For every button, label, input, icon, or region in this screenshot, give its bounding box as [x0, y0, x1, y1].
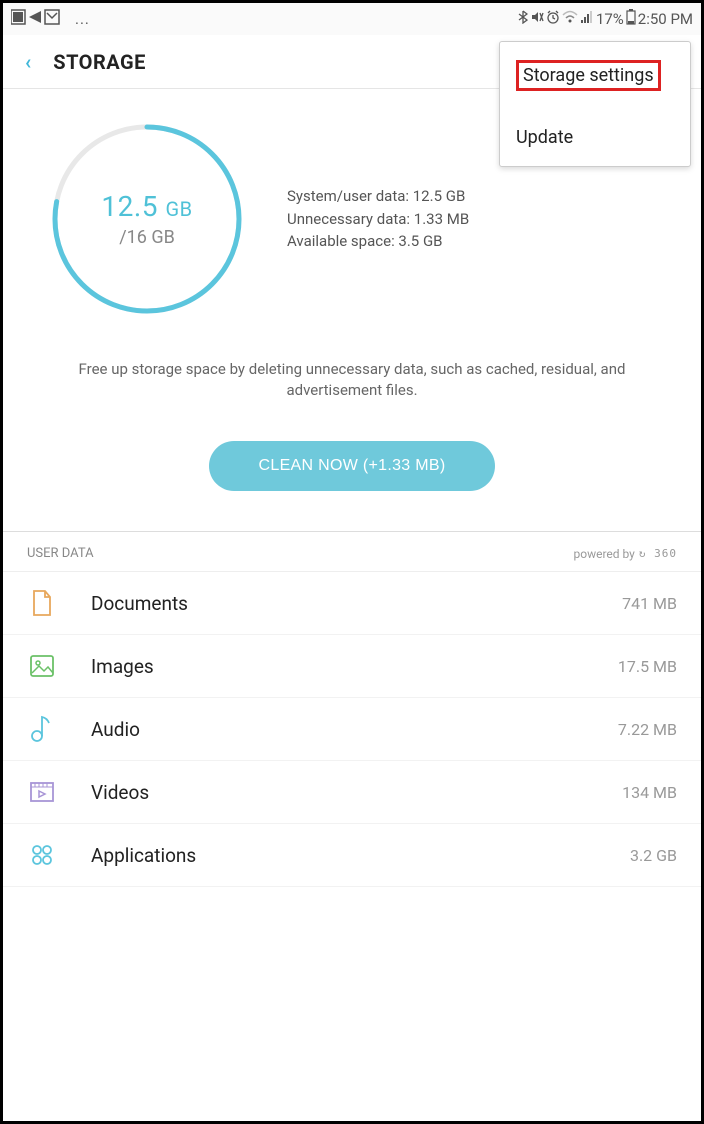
list-item-audio[interactable]: Audio 7.22 MB: [3, 698, 701, 761]
audio-icon: [27, 714, 57, 744]
battery-percent: 17%: [596, 10, 624, 28]
back-icon[interactable]: ‹: [25, 50, 31, 74]
list-item-applications[interactable]: Applications 3.2 GB: [3, 824, 701, 887]
clock-time: 2:50 PM: [638, 10, 693, 28]
bluetooth-icon: [518, 10, 528, 28]
list-label: Audio: [91, 718, 618, 741]
alarm-icon: [546, 10, 560, 28]
user-data-header: USER DATA powered by ↻ 360: [3, 532, 701, 572]
list-size: 7.22 MB: [618, 720, 677, 739]
page-title: STORAGE: [53, 50, 146, 74]
section-title: USER DATA: [27, 546, 94, 561]
menu-update-label: Update: [516, 127, 573, 148]
status-right-icons: 17% 2:50 PM: [518, 9, 693, 29]
stat-unnecessary: Unnecessary data: 1.33 MB: [287, 208, 469, 231]
menu-update[interactable]: Update: [500, 109, 690, 166]
total-storage: /16 GB: [101, 227, 192, 248]
status-left-icons: ...: [11, 9, 90, 29]
status-bar: ... 17% 2:50 PM: [3, 3, 701, 35]
list-item-videos[interactable]: Videos 134 MB: [3, 761, 701, 824]
list-item-documents[interactable]: Documents 741 MB: [3, 572, 701, 635]
list-label: Documents: [91, 592, 622, 615]
mute-icon: [530, 10, 544, 28]
list-label: Images: [91, 655, 618, 678]
notification-icons: [11, 9, 71, 29]
wifi-icon: [562, 10, 578, 28]
used-storage-value: 12.5 GB: [101, 190, 192, 223]
applications-icon: [27, 840, 57, 870]
list-size: 741 MB: [622, 594, 677, 613]
powered-by: powered by ↻ 360: [573, 547, 677, 561]
list-item-images[interactable]: Images 17.5 MB: [3, 635, 701, 698]
more-notifications-icon: ...: [75, 10, 90, 28]
used-unit: GB: [165, 197, 192, 221]
video-icon: [27, 777, 57, 807]
storage-gauge: 12.5 GB /16 GB: [47, 119, 247, 319]
list-size: 17.5 MB: [618, 657, 677, 676]
list-size: 3.2 GB: [630, 846, 677, 865]
stat-available: Available space: 3.5 GB: [287, 230, 469, 253]
gauge-center: 12.5 GB /16 GB: [101, 190, 192, 248]
signal-icon: [580, 10, 594, 28]
clean-now-button[interactable]: CLEAN NOW (+1.33 MB): [209, 441, 496, 491]
overflow-menu: Storage settings Update: [499, 41, 691, 167]
battery-icon: [626, 9, 636, 29]
list-label: Applications: [91, 844, 630, 867]
document-icon: [27, 588, 57, 618]
storage-stats: System/user data: 12.5 GB Unnecessary da…: [287, 185, 469, 253]
list-label: Videos: [91, 781, 622, 804]
image-icon: [27, 651, 57, 681]
stat-system-user: System/user data: 12.5 GB: [287, 185, 469, 208]
menu-storage-settings[interactable]: Storage settings: [500, 42, 690, 109]
cleanup-description: Free up storage space by deleting unnece…: [57, 359, 647, 401]
powered-prefix: powered by: [573, 547, 634, 561]
used-value: 12.5: [101, 190, 158, 223]
menu-storage-settings-label: Storage settings: [516, 60, 661, 91]
list-size: 134 MB: [622, 783, 677, 802]
powered-brand-icon: ↻ 360: [639, 547, 677, 560]
